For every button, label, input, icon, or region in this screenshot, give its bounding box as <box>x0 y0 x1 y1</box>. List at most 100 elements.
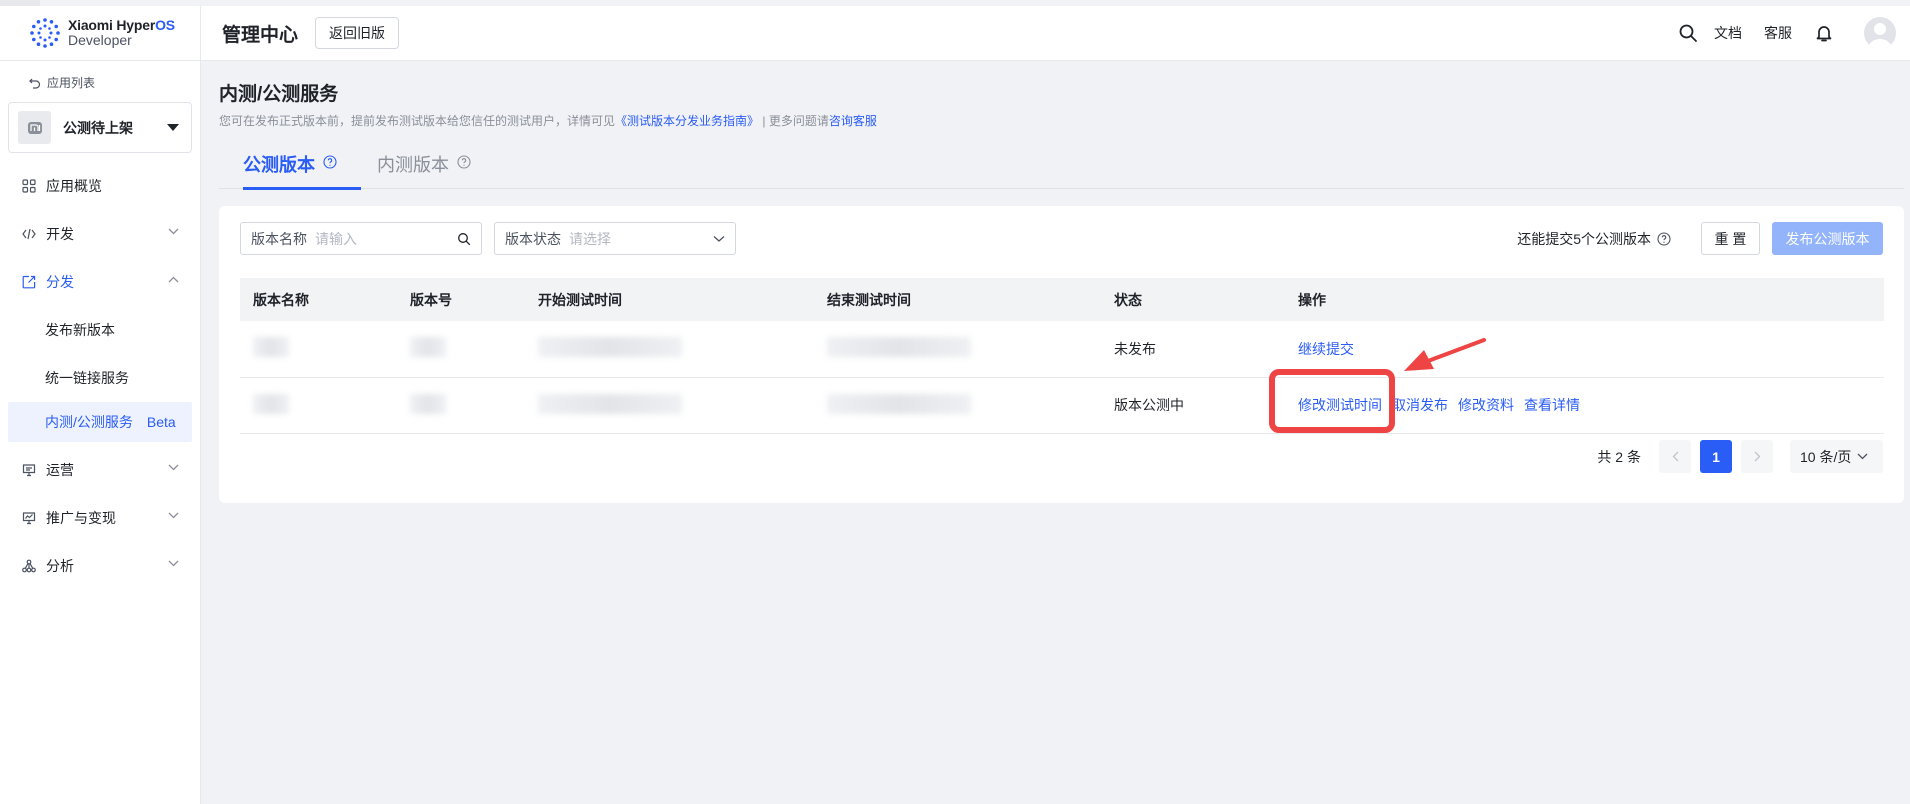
column-header: 状态 <box>1101 278 1285 321</box>
main-content: 内测/公测服务 您可在发布正式版本前，提前发布测试版本给您信任的测试用户，详情可… <box>219 61 1904 503</box>
edit-info-link[interactable]: 修改资料 <box>1458 397 1514 413</box>
redacted-cell <box>814 377 1101 434</box>
sidebar-item-develop[interactable]: 开发 <box>0 210 200 258</box>
brand-name: Xiaomi HyperOS <box>68 17 175 33</box>
back-to-app-list-label: 应用列表 <box>47 76 96 90</box>
chevron-down-icon <box>1857 453 1868 460</box>
sidebar-subitem-beta-testing[interactable]: 内测/公测服务 Beta <box>8 402 192 442</box>
continue-submit-link[interactable]: 继续提交 <box>1298 341 1354 357</box>
hyperos-logo-icon <box>30 18 60 48</box>
tab-public-beta[interactable]: 公测版本 <box>219 151 361 190</box>
app-icon <box>18 111 51 144</box>
sidebar-item-operations[interactable]: 运营 <box>0 446 200 494</box>
mi-logo-icon <box>27 121 42 134</box>
page-size-select[interactable]: 10 条/页 <box>1790 440 1883 473</box>
tab-bar: 公测版本 内测版本 <box>219 151 1904 190</box>
redacted-cell <box>240 377 397 434</box>
view-details-link[interactable]: 查看详情 <box>1524 397 1580 413</box>
sidebar-subitem-label: 统一链接服务 <box>45 370 129 386</box>
remaining-quota: 还能提交5个公测版本 <box>1517 229 1671 249</box>
version-status-select[interactable]: 版本状态 请选择 <box>494 222 736 255</box>
column-header: 版本号 <box>397 278 525 321</box>
top-bar: Xiaomi HyperOS Developer 管理中心 返回旧版 文档 客服 <box>0 6 1910 61</box>
page-title: 内测/公测服务 <box>219 84 339 105</box>
status-cell: 未发布 <box>1101 321 1285 378</box>
chevron-up-icon <box>168 276 179 283</box>
versions-card: 版本名称 版本状态 请选择 还能提交5个公测版本 重 置 发布公测版本 版本名称 <box>219 206 1904 503</box>
modify-test-time-link[interactable]: 修改测试时间 <box>1298 397 1382 413</box>
brand-logo[interactable]: Xiaomi HyperOS Developer <box>0 6 201 60</box>
pagination: 共 2 条 1 10 条/页 <box>1597 440 1883 473</box>
table-header-row: 版本名称 版本号 开始测试时间 结束测试时间 状态 操作 <box>240 278 1884 321</box>
page-number-button[interactable]: 1 <box>1700 440 1732 473</box>
tab-label: 内测版本 <box>377 155 449 175</box>
sidebar: 应用列表 公测待上架 应用概览 开发 分发 发布新版本 统一链接服务 内测/公测… <box>0 61 201 804</box>
help-icon[interactable] <box>1657 231 1671 246</box>
redacted-cell <box>397 321 525 378</box>
sidebar-item-overview[interactable]: 应用概览 <box>0 162 200 210</box>
sidebar-item-distribute[interactable]: 分发 <box>0 258 200 306</box>
app-selector[interactable]: 公测待上架 <box>8 102 192 153</box>
search-icon[interactable] <box>1678 23 1698 43</box>
page-size-label: 10 条/页 <box>1800 448 1852 465</box>
cancel-publish-link[interactable]: 取消发布 <box>1392 397 1448 413</box>
publish-public-beta-button[interactable]: 发布公测版本 <box>1772 222 1883 255</box>
beta-badge: Beta <box>146 414 176 430</box>
status-cell: 版本公测中 <box>1101 377 1285 434</box>
chevron-down-icon <box>168 512 179 519</box>
monitor-icon <box>22 464 36 477</box>
sidebar-item-label: 开发 <box>46 226 74 242</box>
status-placeholder: 请选择 <box>569 230 611 247</box>
caret-down-icon <box>167 123 179 131</box>
next-page-button[interactable] <box>1741 440 1773 473</box>
help-icon[interactable] <box>457 155 471 169</box>
chevron-right-icon <box>1754 451 1760 462</box>
total-count: 共 2 条 <box>1597 448 1641 465</box>
back-to-app-list[interactable]: 应用列表 <box>0 61 200 93</box>
actions-cell: 修改测试时间 取消发布 修改资料 查看详情 <box>1285 377 1884 434</box>
sidebar-subitem-label: 发布新版本 <box>45 322 115 338</box>
column-header: 操作 <box>1285 278 1884 321</box>
sidebar-item-label: 应用概览 <box>46 178 102 194</box>
redacted-cell <box>240 321 397 378</box>
share-icon <box>22 275 36 289</box>
column-header: 版本名称 <box>240 278 397 321</box>
avatar[interactable] <box>1864 17 1896 49</box>
chevron-down-icon <box>168 464 179 471</box>
user-icon <box>1868 23 1892 49</box>
reset-button[interactable]: 重 置 <box>1701 222 1760 255</box>
chevron-down-icon <box>713 235 725 242</box>
actions-cell: 继续提交 <box>1285 321 1884 378</box>
support-link[interactable]: 客服 <box>1764 23 1792 43</box>
redacted-cell <box>525 321 814 378</box>
sidebar-item-label: 分析 <box>46 558 74 574</box>
table-row: 未发布 继续提交 <box>240 321 1884 378</box>
sidebar-item-label: 分发 <box>46 274 74 290</box>
sidebar-item-label: 推广与变现 <box>46 510 116 526</box>
sidebar-subitem-publish-new-version[interactable]: 发布新版本 <box>0 306 200 354</box>
version-name-input[interactable] <box>315 230 445 247</box>
chevron-down-icon <box>168 228 179 235</box>
contact-support-link[interactable]: 咨询客服 <box>829 114 877 128</box>
back-to-old-version-button[interactable]: 返回旧版 <box>315 17 400 49</box>
chevron-left-icon <box>1672 451 1678 462</box>
app-name: 公测待上架 <box>63 119 133 136</box>
sidebar-item-analytics[interactable]: 分析 <box>0 542 200 590</box>
prev-page-button[interactable] <box>1659 440 1691 473</box>
help-icon[interactable] <box>323 155 337 169</box>
tab-internal-beta[interactable]: 内测版本 <box>361 151 495 189</box>
table-row: 版本公测中 修改测试时间 取消发布 修改资料 查看详情 <box>240 377 1884 434</box>
grid-icon <box>22 179 36 193</box>
chart-screen-icon <box>22 512 36 525</box>
nodes-icon <box>22 559 36 573</box>
filter-label: 版本名称 <box>251 230 307 247</box>
column-header: 结束测试时间 <box>814 278 1101 321</box>
page-description: 您可在发布正式版本前，提前发布测试版本给您信任的测试用户，详情可见《测试版本分发… <box>219 114 877 128</box>
sidebar-subitem-unified-link[interactable]: 统一链接服务 <box>0 354 200 402</box>
bell-icon[interactable] <box>1814 23 1834 43</box>
docs-link[interactable]: 文档 <box>1714 23 1742 43</box>
column-header: 开始测试时间 <box>525 278 814 321</box>
guide-link[interactable]: 《测试版本分发业务指南》 <box>615 114 759 128</box>
search-icon[interactable] <box>457 232 471 246</box>
sidebar-item-promotion[interactable]: 推广与变现 <box>0 494 200 542</box>
